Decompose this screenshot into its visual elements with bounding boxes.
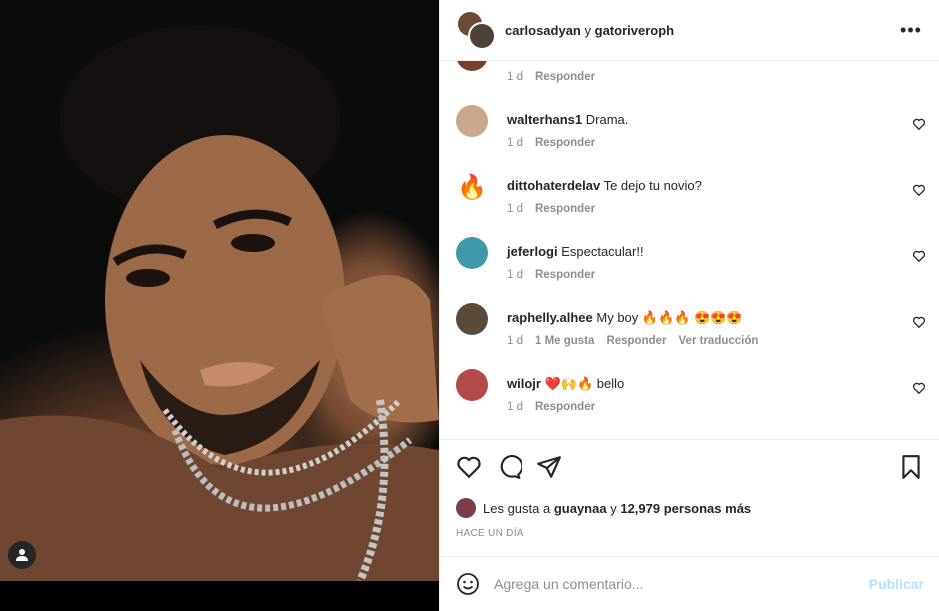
liker-username[interactable]: guaynaa	[554, 501, 607, 516]
username-link[interactable]: gatoriveroph	[595, 23, 674, 38]
comment-meta: 1 d Responder	[507, 401, 595, 413]
comment-body: ❤️🙌🔥 bello	[544, 376, 625, 391]
comment-username[interactable]: dittohaterdelav	[507, 178, 600, 193]
reply-button[interactable]: Responder	[535, 401, 595, 413]
list-item: raphelly.alhee My boy 🔥🔥🔥 😍😍😍 1 d 1 Me g…	[456, 303, 926, 363]
comment-time: 1 d	[507, 71, 523, 83]
comment-likes-button[interactable]: 1 Me gusta	[535, 335, 594, 347]
comment-body: Espectacular!!	[561, 244, 644, 259]
avatar[interactable]	[456, 105, 488, 137]
comment-text: walterhans1 Drama.	[507, 112, 628, 127]
post-actions: Les gusta a guaynaa y 12,979 personas má…	[440, 439, 939, 559]
likes-count-button[interactable]: 12,979 personas más	[620, 501, 751, 516]
reply-button[interactable]: Responder	[606, 335, 666, 347]
heart-icon[interactable]	[912, 183, 926, 197]
post-timestamp[interactable]: HACE UN DÍA	[456, 528, 524, 539]
bookmark-icon[interactable]	[898, 454, 924, 480]
avatar	[468, 22, 496, 50]
comment-body: Drama.	[585, 112, 629, 127]
comment-icon[interactable]	[496, 454, 522, 480]
share-icon[interactable]	[536, 454, 562, 480]
heart-icon[interactable]	[912, 249, 926, 263]
comment-time: 1 d	[507, 137, 523, 149]
publish-button[interactable]: Publicar	[869, 576, 924, 592]
list-item: 1 d Responder	[456, 61, 926, 99]
avatar[interactable]	[456, 498, 476, 518]
comment-body: Te dejo tu novio?	[603, 178, 702, 193]
comment-meta: 1 d 1 Me gusta Responder Ver traducción	[507, 335, 758, 347]
comment-time: 1 d	[507, 335, 523, 347]
comment-username[interactable]: walterhans1	[507, 112, 582, 127]
comment-meta: 1 d Responder	[507, 203, 595, 215]
avatar[interactable]	[456, 303, 488, 335]
post-panel: carlosadyan y gatoriveroph ••• 1 d Respo…	[439, 0, 939, 611]
comment-meta: 1 d Responder	[507, 269, 595, 281]
fire-avatar-icon[interactable]: 🔥	[456, 171, 488, 203]
likes-prefix: Les gusta a	[483, 500, 551, 516]
portrait-illustration	[0, 25, 439, 581]
comments-list[interactable]: 1 d Responder walterhans1 Drama. 1 d Res…	[440, 61, 939, 439]
list-item: wilojr ❤️🙌🔥 bello 1 d Responder	[456, 369, 926, 429]
comment-meta: 1 d Responder	[507, 137, 595, 149]
list-item: 🔥 dittohaterdelav Te dejo tu novio? 1 d …	[456, 171, 926, 231]
avatar[interactable]	[456, 369, 488, 401]
comment-text: jeferlogi Espectacular!!	[507, 244, 644, 259]
comment-username[interactable]: wilojr	[507, 376, 541, 391]
comment-input[interactable]	[494, 576, 869, 592]
more-horizontal-icon[interactable]: •••	[899, 18, 923, 42]
post-header: carlosadyan y gatoriveroph •••	[440, 0, 939, 61]
reply-button[interactable]: Responder	[535, 71, 595, 83]
action-bar	[456, 454, 924, 482]
heart-icon[interactable]	[912, 315, 926, 329]
heart-icon[interactable]	[456, 454, 482, 480]
tagged-user-button[interactable]	[8, 541, 36, 569]
collab-avatars[interactable]	[456, 10, 496, 50]
translate-button[interactable]: Ver traducción	[679, 335, 759, 347]
list-item: jeferlogi Espectacular!! 1 d Responder	[456, 237, 926, 297]
username-link[interactable]: carlosadyan	[505, 23, 581, 38]
header-usernames: carlosadyan y gatoriveroph	[505, 23, 674, 38]
reply-button[interactable]: Responder	[535, 269, 595, 281]
avatar[interactable]	[456, 237, 488, 269]
connector-text: y	[584, 22, 592, 38]
comment-username[interactable]: jeferlogi	[507, 244, 558, 259]
reply-button[interactable]: Responder	[535, 137, 595, 149]
user-icon	[16, 549, 28, 561]
likes-connector: y	[610, 500, 617, 516]
photo-bottom-bar	[0, 581, 439, 611]
comment-body: My boy 🔥🔥🔥 😍😍😍	[596, 310, 743, 325]
avatar[interactable]	[456, 61, 488, 71]
list-item: walterhans1 Drama. 1 d Responder	[456, 105, 926, 165]
comment-text: wilojr ❤️🙌🔥 bello	[507, 376, 624, 392]
comment-text: dittohaterdelav Te dejo tu novio?	[507, 178, 702, 193]
comment-time: 1 d	[507, 203, 523, 215]
add-comment-bar: Publicar	[440, 556, 939, 611]
comment-text: raphelly.alhee My boy 🔥🔥🔥 😍😍😍	[507, 310, 743, 326]
comment-meta: 1 d Responder	[507, 71, 595, 83]
likes-summary: Les gusta a guaynaa y 12,979 personas má…	[456, 498, 751, 518]
emoji-icon[interactable]	[456, 572, 480, 596]
comment-time: 1 d	[507, 269, 523, 281]
comment-time: 1 d	[507, 401, 523, 413]
comment-username[interactable]: raphelly.alhee	[507, 310, 593, 325]
reply-button[interactable]: Responder	[535, 203, 595, 215]
heart-icon[interactable]	[912, 117, 926, 131]
heart-icon[interactable]	[912, 381, 926, 395]
post-photo[interactable]	[0, 0, 439, 581]
